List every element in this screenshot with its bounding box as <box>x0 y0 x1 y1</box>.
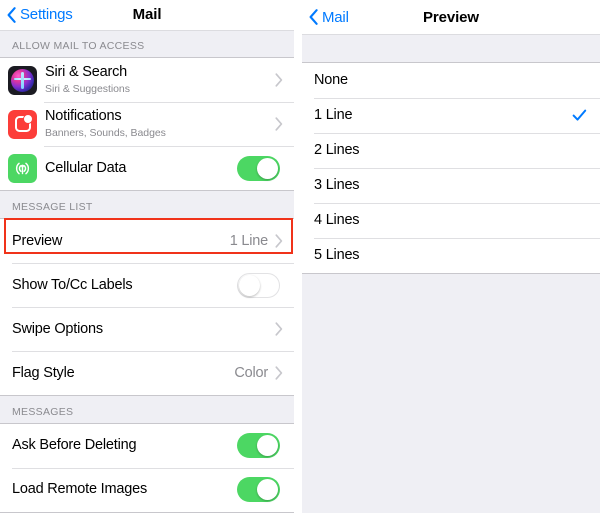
option-row-5-lines[interactable]: 5 Lines <box>302 238 600 273</box>
option-row-2-lines[interactable]: 2 Lines <box>302 133 600 168</box>
option-label: None <box>314 72 348 88</box>
row-show-to-cc-labels-text: Show To/Cc Labels <box>12 277 237 294</box>
right-list-bottom-fill <box>302 274 600 513</box>
option-1-line-label-wrap: 1 Line <box>314 107 572 124</box>
toggle-knob <box>257 435 278 457</box>
row-value: 1 Line <box>229 233 269 250</box>
row-title: Swipe Options <box>12 320 103 337</box>
row-flag-style-labels: Flag Style <box>12 365 234 382</box>
row-cellular-data[interactable]: Cellular Data <box>0 146 294 191</box>
option-label: 5 Lines <box>314 247 360 263</box>
preview-top-spacer <box>302 35 600 62</box>
notifications-icon <box>8 109 37 139</box>
preview-navigation-bar: Mail Preview <box>302 0 600 35</box>
row-notifications[interactable]: Notifications Banners, Sounds, Badges <box>0 102 294 147</box>
chevron-right-icon <box>275 234 283 248</box>
row-swipe-options[interactable]: Swipe Options <box>0 307 294 352</box>
row-title: Load Remote Images <box>12 481 148 498</box>
preview-options-group: None 1 Line 2 Lines 3 Lines 4 Lines 5 Li… <box>302 62 600 274</box>
option-none-label-wrap: None <box>314 72 600 89</box>
back-to-mail-button[interactable]: Mail <box>302 9 349 26</box>
section-header-message-list: MESSAGE LIST <box>0 191 294 219</box>
row-notifications-labels: Notifications Banners, Sounds, Badges <box>45 108 275 140</box>
option-label: 3 Lines <box>314 177 360 193</box>
option-label: 1 Line <box>314 107 353 123</box>
row-subtitle: Siri & Suggestions <box>45 83 130 96</box>
mail-settings-screen: Settings Mail ALLOW MAIL TO ACCESS Siri … <box>0 0 294 513</box>
row-ask-before-deleting[interactable]: Ask Before Deleting <box>0 423 294 468</box>
row-siri-labels: Siri & Search Siri & Suggestions <box>45 64 275 96</box>
row-flag-style[interactable]: Flag Style Color <box>0 351 294 396</box>
row-title: Notifications <box>45 108 122 125</box>
allow-mail-to-access-group: Siri & Search Siri & Suggestions Notific… <box>0 57 294 192</box>
row-cellular-labels: Cellular Data <box>45 160 237 177</box>
mail-navigation-bar: Settings Mail <box>0 0 294 31</box>
option-3-lines-label-wrap: 3 Lines <box>314 177 600 194</box>
option-label: 2 Lines <box>314 142 360 158</box>
option-4-lines-label-wrap: 4 Lines <box>314 212 600 229</box>
cellular-data-icon <box>8 153 37 183</box>
option-5-lines-label-wrap: 5 Lines <box>314 247 600 264</box>
cellular-data-toggle[interactable] <box>237 155 280 181</box>
load-remote-images-toggle[interactable] <box>237 477 280 503</box>
ask-before-deleting-toggle[interactable] <box>237 433 280 459</box>
panel-divider <box>294 0 302 513</box>
row-ask-before-deleting-labels: Ask Before Deleting <box>12 437 237 454</box>
row-title: Siri & Search <box>45 64 128 81</box>
messages-group: Ask Before Deleting Load Remote Images <box>0 422 294 513</box>
row-swipe-options-labels: Swipe Options <box>12 321 275 338</box>
back-button-label: Settings <box>20 6 73 24</box>
section-header-messages: MESSAGES <box>0 396 294 423</box>
back-to-settings-button[interactable]: Settings <box>0 6 73 23</box>
chevron-left-icon <box>309 9 318 25</box>
chevron-right-icon <box>275 73 283 88</box>
chevron-right-icon <box>275 322 283 336</box>
toggle-knob <box>239 274 260 296</box>
dual-screenshot-container: Settings Mail ALLOW MAIL TO ACCESS Siri … <box>0 0 600 513</box>
row-preview-labels: Preview <box>12 233 230 250</box>
row-preview[interactable]: Preview 1 Line <box>0 219 294 264</box>
chevron-left-icon <box>7 6 16 23</box>
message-list-group: Preview 1 Line Show To/Cc Labels Swipe O… <box>0 218 294 397</box>
option-2-lines-label-wrap: 2 Lines <box>314 142 600 159</box>
row-load-remote-images-labels: Load Remote Images <box>12 481 237 498</box>
row-value: Color <box>234 365 268 382</box>
option-row-none[interactable]: None <box>302 63 600 98</box>
row-subtitle: Banners, Sounds, Badges <box>45 127 166 140</box>
option-row-4-lines[interactable]: 4 Lines <box>302 203 600 238</box>
row-load-remote-images[interactable]: Load Remote Images <box>0 467 294 512</box>
row-siri-and-search[interactable]: Siri & Search Siri & Suggestions <box>0 58 294 103</box>
option-row-3-lines[interactable]: 3 Lines <box>302 168 600 203</box>
option-row-1-line[interactable]: 1 Line <box>302 98 600 133</box>
row-title: Flag Style <box>12 364 75 381</box>
preview-options-screen: Mail Preview None 1 Line 2 Lines 3 Lines… <box>302 0 600 513</box>
show-to-cc-labels-toggle[interactable] <box>237 272 280 298</box>
siri-icon <box>8 65 37 95</box>
row-title: Preview <box>12 232 63 249</box>
row-title: Show To/Cc Labels <box>12 276 133 293</box>
option-label: 4 Lines <box>314 212 360 228</box>
row-title: Ask Before Deleting <box>12 437 137 454</box>
chevron-right-icon <box>275 366 283 380</box>
chevron-right-icon <box>275 117 283 132</box>
toggle-knob <box>257 479 278 501</box>
row-title: Cellular Data <box>45 159 127 176</box>
back-button-label: Mail <box>322 8 349 26</box>
section-header-allow-mail-to-access: ALLOW MAIL TO ACCESS <box>0 30 294 58</box>
toggle-knob <box>257 157 278 179</box>
row-show-to-cc-labels[interactable]: Show To/Cc Labels <box>0 263 294 308</box>
checkmark-icon <box>572 108 587 123</box>
